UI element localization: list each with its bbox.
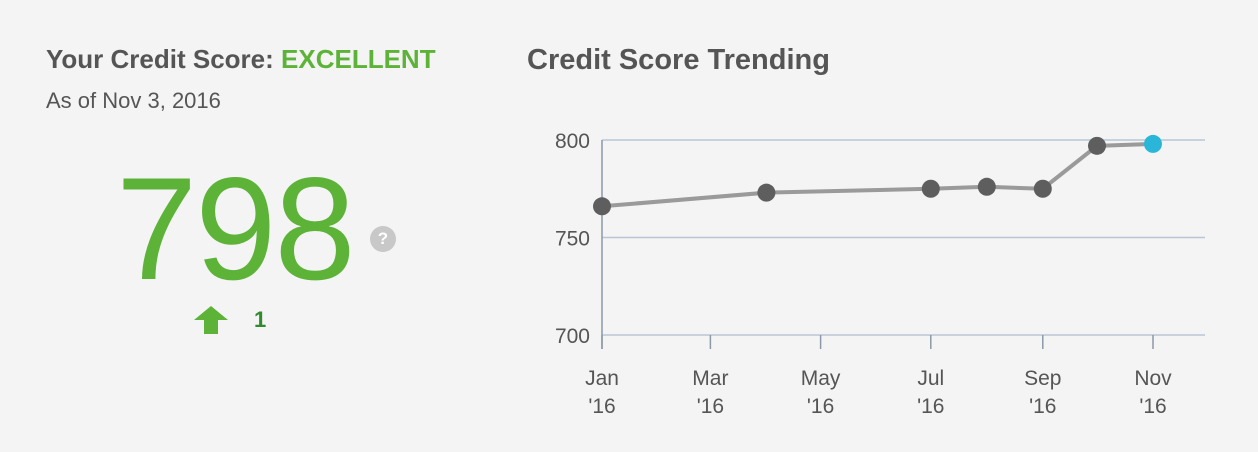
- score-point: [757, 183, 776, 202]
- x-tick-label-month: Mar: [692, 367, 728, 390]
- y-tick-label: 800: [555, 130, 590, 153]
- help-icon[interactable]: ?: [370, 226, 396, 252]
- x-tick-label-month: Jan: [585, 367, 619, 390]
- x-tick-label-year: '16: [917, 395, 944, 418]
- score-heading-prefix: Your Credit Score:: [46, 44, 274, 74]
- score-point: [921, 179, 940, 198]
- credit-score-trend-chart: 800 750 700 Jan '16 Mar '16 May '16 Jul '16 Sep '16 N…: [520, 100, 1220, 440]
- x-tick-label-month: Nov: [1134, 367, 1172, 390]
- y-tick-label: 750: [555, 228, 590, 251]
- credit-score-panel: Your Credit Score: EXCELLENT As of Nov 3…: [46, 40, 486, 440]
- score-heading: Your Credit Score: EXCELLENT: [46, 44, 436, 75]
- credit-score-value: 798: [116, 147, 356, 310]
- up-arrow-icon: [194, 306, 228, 334]
- score-change: 1: [194, 304, 314, 338]
- x-tick-label-month: Jul: [917, 367, 944, 390]
- score-point: [593, 197, 611, 216]
- score-point: [1033, 179, 1052, 198]
- chart-canvas: 800 750 700 Jan '16 Mar '16 May '16 Jul '16 Sep '16 N…: [555, 130, 1205, 418]
- x-tick-label-year: '16: [697, 395, 724, 418]
- score-point: [1087, 136, 1106, 155]
- latest-score-point: [1144, 134, 1162, 153]
- score-point: [977, 177, 996, 196]
- x-tick-label-month: Sep: [1024, 367, 1061, 390]
- series-line: [601, 141, 1154, 209]
- x-tick-label-year: '16: [1029, 395, 1056, 418]
- score-date: As of Nov 3, 2016: [46, 88, 221, 113]
- x-tick-label-year: '16: [1139, 395, 1166, 418]
- y-tick-label: 700: [555, 325, 590, 348]
- score-change-value: 1: [254, 307, 267, 332]
- x-tick-label-year: '16: [807, 395, 834, 418]
- x-tick-label-year: '16: [588, 395, 615, 418]
- score-rating: EXCELLENT: [281, 44, 436, 74]
- chart-title: Credit Score Trending: [527, 44, 830, 76]
- x-tick-label-month: May: [801, 367, 841, 390]
